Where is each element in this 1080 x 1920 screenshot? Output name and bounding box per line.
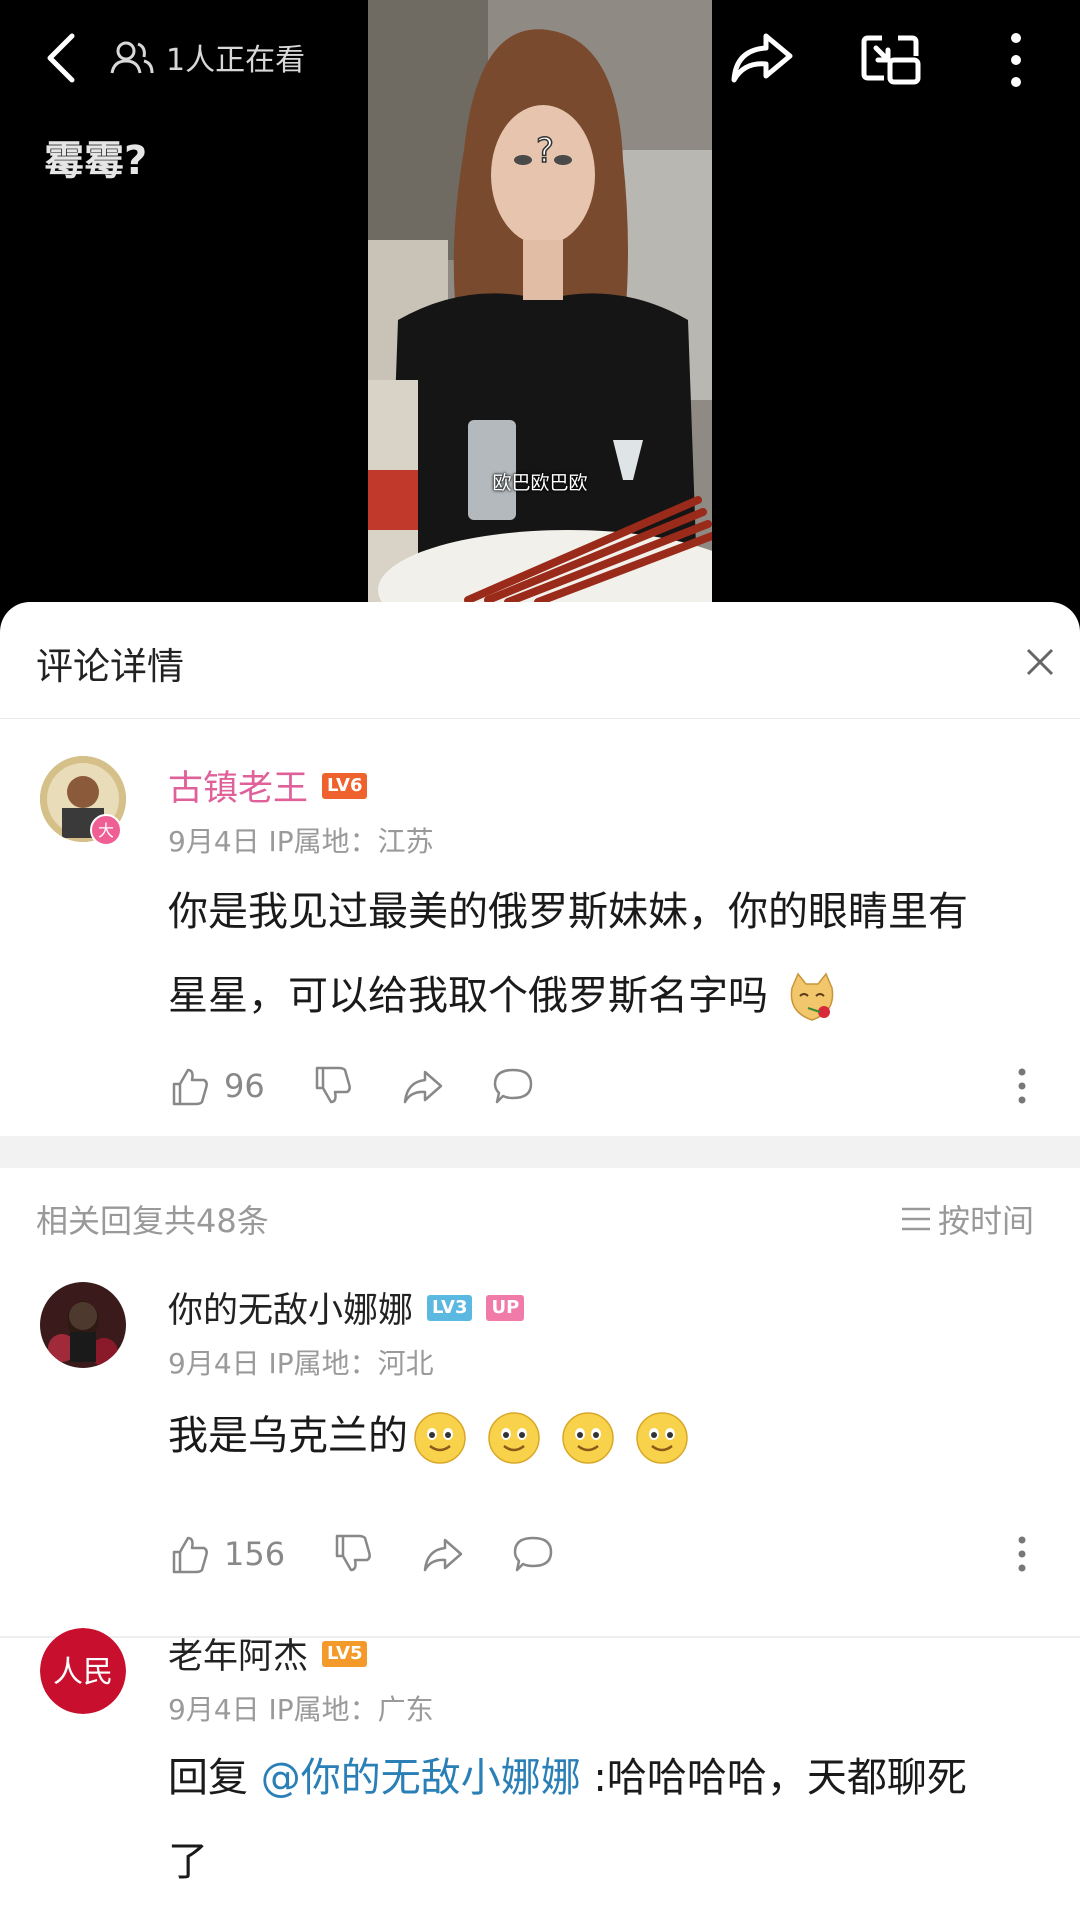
svg-text:大: 大 <box>98 821 114 840</box>
vip-badge-icon: 大 <box>90 814 122 846</box>
thumbs-up-icon <box>172 1536 208 1574</box>
avatar[interactable] <box>40 1282 126 1368</box>
up-badge: UP <box>486 1295 525 1321</box>
dislike-button[interactable] <box>311 1064 355 1108</box>
more-options-button[interactable] <box>996 28 1036 92</box>
sort-by-time-button[interactable]: 按时间 <box>900 1196 1034 1242</box>
reply-button[interactable] <box>491 1064 535 1108</box>
people-icon <box>110 41 154 74</box>
share-arrow-icon <box>731 33 793 83</box>
smile-emoji-icon <box>562 1412 614 1464</box>
sheet-title: 评论详情 <box>36 645 184 688</box>
video-caption: 欧巴欧巴欧 <box>492 472 588 494</box>
viewer-count-text: 1人正在看 <box>166 43 306 78</box>
replies-count: 相关回复共48条 <box>36 1202 269 1240</box>
forward-button[interactable] <box>421 1532 465 1576</box>
pip-icon <box>861 35 921 85</box>
sort-label: 按时间 <box>938 1202 1035 1240</box>
speech-bubble-icon <box>513 1536 553 1572</box>
picture-in-picture-button[interactable] <box>858 30 924 90</box>
reply-separator <box>0 1636 1080 1638</box>
comment-text-line1: 你是我见过最美的俄罗斯妹妹，你的眼睛里有 <box>168 889 968 935</box>
sheet-header: 评论详情 <box>0 602 1080 719</box>
comment-text-line2-text: 星星，可以给我取个俄罗斯名字吗 <box>168 973 768 1019</box>
level-badge: LV6 <box>322 773 368 799</box>
section-divider <box>0 1136 1080 1168</box>
level-badge: LV3 <box>427 1295 473 1321</box>
reply-actions: 156 <box>168 1528 601 1580</box>
video-title: 霉霉? <box>44 138 148 184</box>
reply-username[interactable]: 你的无敌小娜娜 LV3 UP <box>168 1282 525 1333</box>
share-button[interactable] <box>728 28 796 88</box>
comment-text: 你是我见过最美的俄罗斯妹妹，你的眼睛里有 星星，可以给我取个俄罗斯名字吗 <box>168 870 1048 1038</box>
reply-text-line2: 了 <box>168 1839 208 1885</box>
chevron-left-icon <box>47 33 75 83</box>
smile-emoji-icon <box>636 1412 688 1464</box>
video-area[interactable]: ? 欧巴欧巴欧 1人正在看 霉霉? <box>0 0 1080 610</box>
reply-text: 我是乌克兰的 <box>168 1394 1048 1478</box>
reply-more-icon[interactable] <box>1016 1534 1028 1574</box>
svg-text:人民: 人民 <box>53 1655 113 1690</box>
forward-button[interactable] <box>401 1064 445 1108</box>
reply-text-content: :哈哈哈哈，天都聊死 <box>580 1755 967 1801</box>
share-arrow-icon <box>423 1538 463 1572</box>
svg-text:?: ? <box>536 131 554 171</box>
share-arrow-icon <box>403 1070 442 1104</box>
reply-username[interactable]: 老年阿杰 LV5 <box>168 1628 368 1679</box>
comment-more-icon[interactable] <box>1016 1066 1028 1106</box>
username-text[interactable]: 老年阿杰 <box>168 1637 308 1677</box>
avatar-image: 人民 <box>40 1628 126 1714</box>
mention-link[interactable]: @你的无敌小娜娜 <box>261 1755 581 1801</box>
speech-bubble-icon <box>493 1068 532 1104</box>
comment-actions: 96 <box>168 1060 581 1112</box>
reply-prefix: 回复 <box>168 1755 261 1801</box>
vertical-dots-icon <box>1011 33 1021 87</box>
comment-detail-sheet: 评论详情 大 古镇老王 LV6 9月4日 IP属地：江苏 你是我见过最美的俄罗斯… <box>0 602 1080 1920</box>
thumbs-down-icon <box>315 1066 351 1104</box>
dislike-button[interactable] <box>331 1532 375 1576</box>
thumbs-down-icon <box>335 1534 371 1572</box>
avatar-image <box>40 1282 126 1368</box>
close-icon <box>1026 648 1054 676</box>
sort-lines-icon <box>902 1207 930 1231</box>
comment-text-line2: 星星，可以给我取个俄罗斯名字吗 <box>168 954 1048 1038</box>
dog-rose-emoji-icon <box>790 972 834 1021</box>
reply-meta: 9月4日 IP属地：河北 <box>168 1347 434 1380</box>
comment-username[interactable]: 古镇老王 LV6 <box>168 760 368 811</box>
top-bar: 1人正在看 <box>0 0 1080 120</box>
reply-button[interactable] <box>511 1532 555 1576</box>
close-button[interactable] <box>1022 644 1058 680</box>
reply-text-line1: 回复 @你的无敌小娜娜 :哈哈哈哈，天都聊死 <box>168 1736 1048 1820</box>
avatar[interactable]: 人民 <box>40 1628 126 1714</box>
viewer-count: 1人正在看 <box>110 34 305 80</box>
smile-emoji-icon <box>414 1412 466 1464</box>
like-count: 156 <box>224 1535 286 1573</box>
comment-meta: 9月4日 IP属地：江苏 <box>168 825 434 858</box>
back-button[interactable] <box>38 28 98 88</box>
reply-text-content: 我是乌克兰的 <box>168 1413 408 1459</box>
smile-emoji-icon <box>488 1412 540 1464</box>
username-text[interactable]: 你的无敌小娜娜 <box>168 1291 413 1331</box>
like-count: 96 <box>224 1067 265 1105</box>
like-button[interactable]: 96 <box>168 1064 265 1108</box>
reply-meta: 9月4日 IP属地：广东 <box>168 1693 434 1726</box>
reply-text: 回复 @你的无敌小娜娜 :哈哈哈哈，天都聊死 了 <box>168 1736 1048 1904</box>
main-comment: 大 古镇老王 LV6 9月4日 IP属地：江苏 你是我见过最美的俄罗斯妹妹，你的眼… <box>0 720 1080 1140</box>
level-badge: LV5 <box>322 1641 368 1667</box>
thumbs-up-icon <box>172 1068 208 1106</box>
like-button[interactable]: 156 <box>168 1532 285 1576</box>
username-text[interactable]: 古镇老王 <box>168 769 308 809</box>
